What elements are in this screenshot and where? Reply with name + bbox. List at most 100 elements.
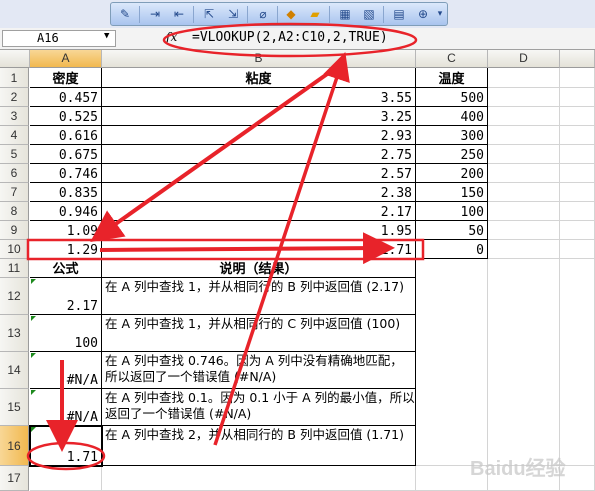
cell-description[interactable]: 在 A 列中查找 0.746。因为 A 列中没有精确地匹配，所以返回了一个错误值… (102, 352, 416, 389)
cell-description[interactable]: 在 A 列中查找 0.1。因为 0.1 小于 A 列的最小值，所以返回了一个错误… (102, 389, 416, 426)
cell-density[interactable]: 0.616 (30, 126, 102, 145)
empty-cell[interactable] (560, 145, 595, 164)
header-temperature[interactable]: 温度 (416, 68, 488, 88)
cell-temperature[interactable]: 300 (416, 126, 488, 145)
empty-cell[interactable] (488, 88, 560, 107)
cell-formula-result[interactable]: #N/A (30, 389, 102, 426)
name-box[interactable]: A16 (2, 30, 116, 47)
cell-description[interactable]: 在 A 列中查找 1，并从相同行的 B 列中返回值 (2.17) (102, 278, 416, 315)
cell-density[interactable]: 0.457 (30, 88, 102, 107)
remove-all-arrows-icon[interactable]: ⇲ (225, 7, 241, 22)
cell-viscosity[interactable]: 3.25 (102, 107, 416, 126)
row-header-5[interactable]: 5 (0, 145, 29, 164)
empty-cell[interactable] (488, 107, 560, 126)
cell-temperature[interactable]: 400 (416, 107, 488, 126)
circle-invalid-data-icon[interactable]: ▦ (337, 7, 353, 22)
column-header-b[interactable]: B (102, 50, 416, 68)
cell-temperature[interactable]: 250 (416, 145, 488, 164)
watch-window-icon[interactable]: ▤ (391, 7, 407, 22)
cell-viscosity[interactable]: 2.17 (102, 202, 416, 221)
empty-cell[interactable] (102, 466, 416, 491)
empty-cell[interactable] (560, 88, 595, 107)
trace-error-icon[interactable]: ⌀ (255, 7, 271, 22)
column-header-next[interactable] (560, 50, 595, 68)
toolbar-options-chevron-icon[interactable]: ▾ (435, 7, 445, 22)
cell-viscosity[interactable]: 2.93 (102, 126, 416, 145)
cell-temperature[interactable]: 150 (416, 183, 488, 202)
cell-temperature[interactable]: 50 (416, 221, 488, 240)
header-density[interactable]: 密度 (30, 68, 102, 88)
row-header-14[interactable]: 14 (0, 352, 29, 389)
cell-viscosity[interactable]: 2.75 (102, 145, 416, 164)
row-header-16[interactable]: 16 (0, 426, 29, 466)
empty-cell[interactable] (416, 259, 488, 466)
clear-validation-icon[interactable]: ▧ (361, 7, 377, 22)
empty-cell[interactable] (560, 164, 595, 183)
empty-cell[interactable] (488, 126, 560, 145)
cell-formula-result[interactable]: #N/A (30, 352, 102, 389)
row-header-13[interactable]: 13 (0, 315, 29, 352)
new-comment-icon[interactable]: ▰ (307, 7, 323, 22)
row-header-1[interactable]: 1 (0, 68, 29, 88)
cell-description[interactable]: 在 A 列中查找 1，并从相同行的 C 列中返回值 (100) (102, 315, 416, 352)
empty-cell[interactable] (488, 240, 560, 259)
cell-viscosity[interactable]: 2.57 (102, 164, 416, 183)
empty-cell[interactable] (30, 466, 102, 491)
empty-cell[interactable] (560, 107, 595, 126)
cell-temperature[interactable]: 500 (416, 88, 488, 107)
empty-cell[interactable] (560, 221, 595, 240)
spellcheck-icon[interactable]: ✎ (117, 7, 133, 22)
cell-density[interactable]: 1.09 (30, 221, 102, 240)
empty-cell[interactable] (488, 259, 560, 466)
error-indicator-icon[interactable] (31, 279, 36, 284)
trace-precedents-icon[interactable]: ⇥ (147, 7, 163, 22)
empty-cell[interactable] (488, 183, 560, 202)
row-header-12[interactable]: 12 (0, 278, 29, 315)
error-indicator-icon[interactable] (31, 353, 36, 358)
empty-cell[interactable] (488, 221, 560, 240)
cell-density[interactable]: 1.29 (30, 240, 102, 259)
header-description[interactable]: 说明（结果） (102, 259, 416, 278)
header-formula[interactable]: 公式 (30, 259, 102, 278)
row-header-7[interactable]: 7 (0, 183, 29, 202)
row-header-4[interactable]: 4 (0, 126, 29, 145)
row-header-11[interactable]: 11 (0, 259, 29, 278)
insert-function-icon[interactable]: fx (166, 30, 177, 44)
cell-viscosity[interactable]: 1.95 (102, 221, 416, 240)
cell-density[interactable]: 0.835 (30, 183, 102, 202)
cell-density[interactable]: 0.946 (30, 202, 102, 221)
empty-cell[interactable] (560, 259, 595, 466)
cell-description[interactable]: 在 A 列中查找 2，并从相同行的 B 列中返回值 (1.71) (102, 426, 416, 466)
cell-viscosity[interactable]: 1.71 (102, 240, 416, 259)
empty-cell[interactable] (560, 240, 595, 259)
error-indicator-icon[interactable] (31, 390, 36, 395)
cell-d1[interactable] (488, 68, 560, 88)
trace-dependents-icon[interactable]: ⇤ (171, 7, 187, 22)
empty-cell[interactable] (488, 145, 560, 164)
column-header-a[interactable]: A (30, 50, 102, 68)
header-viscosity[interactable]: 粘度 (102, 68, 416, 88)
cell-density[interactable]: 0.525 (30, 107, 102, 126)
remove-arrows-icon[interactable]: ⇱ (201, 7, 217, 22)
cell-formula-result[interactable]: 100 (30, 315, 102, 352)
empty-cell[interactable] (488, 202, 560, 221)
select-all-corner[interactable] (0, 50, 30, 68)
warning-icon[interactable]: ◆ (283, 7, 299, 22)
row-header-15[interactable]: 15 (0, 389, 29, 426)
empty-cell[interactable] (560, 126, 595, 145)
name-box-dropdown-icon[interactable]: ▼ (104, 31, 109, 41)
formula-input[interactable]: =VLOOKUP(2,A2:C10,2,TRUE) (192, 30, 388, 46)
empty-cell[interactable] (488, 164, 560, 183)
row-header-17[interactable]: 17 (0, 466, 29, 491)
empty-cell[interactable] (560, 202, 595, 221)
cell-density[interactable]: 0.675 (30, 145, 102, 164)
cell-viscosity[interactable]: 2.38 (102, 183, 416, 202)
row-header-6[interactable]: 6 (0, 164, 29, 183)
cell-formula-result[interactable]: 2.17 (30, 278, 102, 315)
error-indicator-icon[interactable] (31, 316, 36, 321)
column-header-c[interactable]: C (416, 50, 488, 68)
cell-temperature[interactable]: 0 (416, 240, 488, 259)
row-header-3[interactable]: 3 (0, 107, 29, 126)
row-header-10[interactable]: 10 (0, 240, 29, 259)
evaluate-formula-icon[interactable]: ⊕ (415, 7, 431, 22)
